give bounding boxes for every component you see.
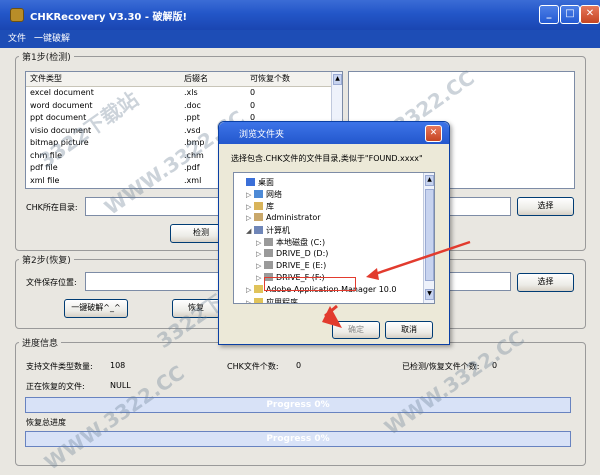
annotation-arrows (322, 240, 471, 328)
annotation-arrow-line (371, 240, 471, 277)
annotation-arrow-head (366, 268, 379, 280)
